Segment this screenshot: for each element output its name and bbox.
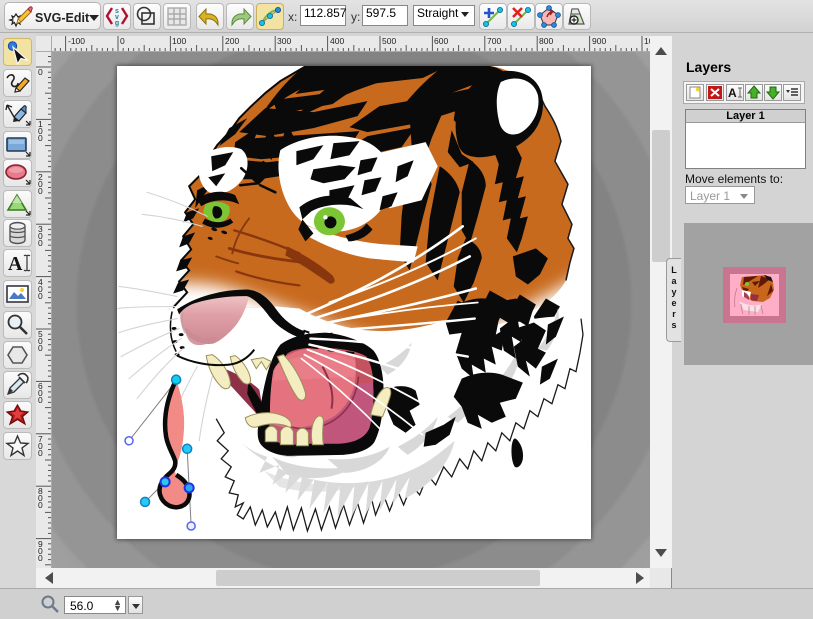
svg-text:200: 200 [38,172,43,196]
svg-text:800: 800 [38,486,43,510]
svg-text:500: 500 [382,36,396,46]
svg-text:600: 600 [38,381,43,405]
svg-text:-100: -100 [68,36,85,46]
svg-text:100: 100 [172,36,186,46]
svg-text:A: A [728,86,737,100]
svg-text:300: 300 [277,36,291,46]
svg-text:200: 200 [225,36,239,46]
svg-text:600: 600 [434,36,448,46]
svg-text:0: 0 [38,67,43,77]
svg-text:300: 300 [38,224,43,248]
svg-text:400: 400 [38,277,43,301]
svg-text:700: 700 [38,434,43,458]
svg-text:900: 900 [38,539,43,563]
svg-text:700: 700 [487,36,501,46]
svg-text:A: A [8,253,23,275]
svg-text:400: 400 [330,36,344,46]
svg-text:100: 100 [38,119,43,143]
svg-text:g: g [115,20,119,27]
svg-text:500: 500 [38,329,43,353]
svg-text:0: 0 [120,36,125,46]
svg-text:900: 900 [592,36,606,46]
svg-text:800: 800 [539,36,553,46]
